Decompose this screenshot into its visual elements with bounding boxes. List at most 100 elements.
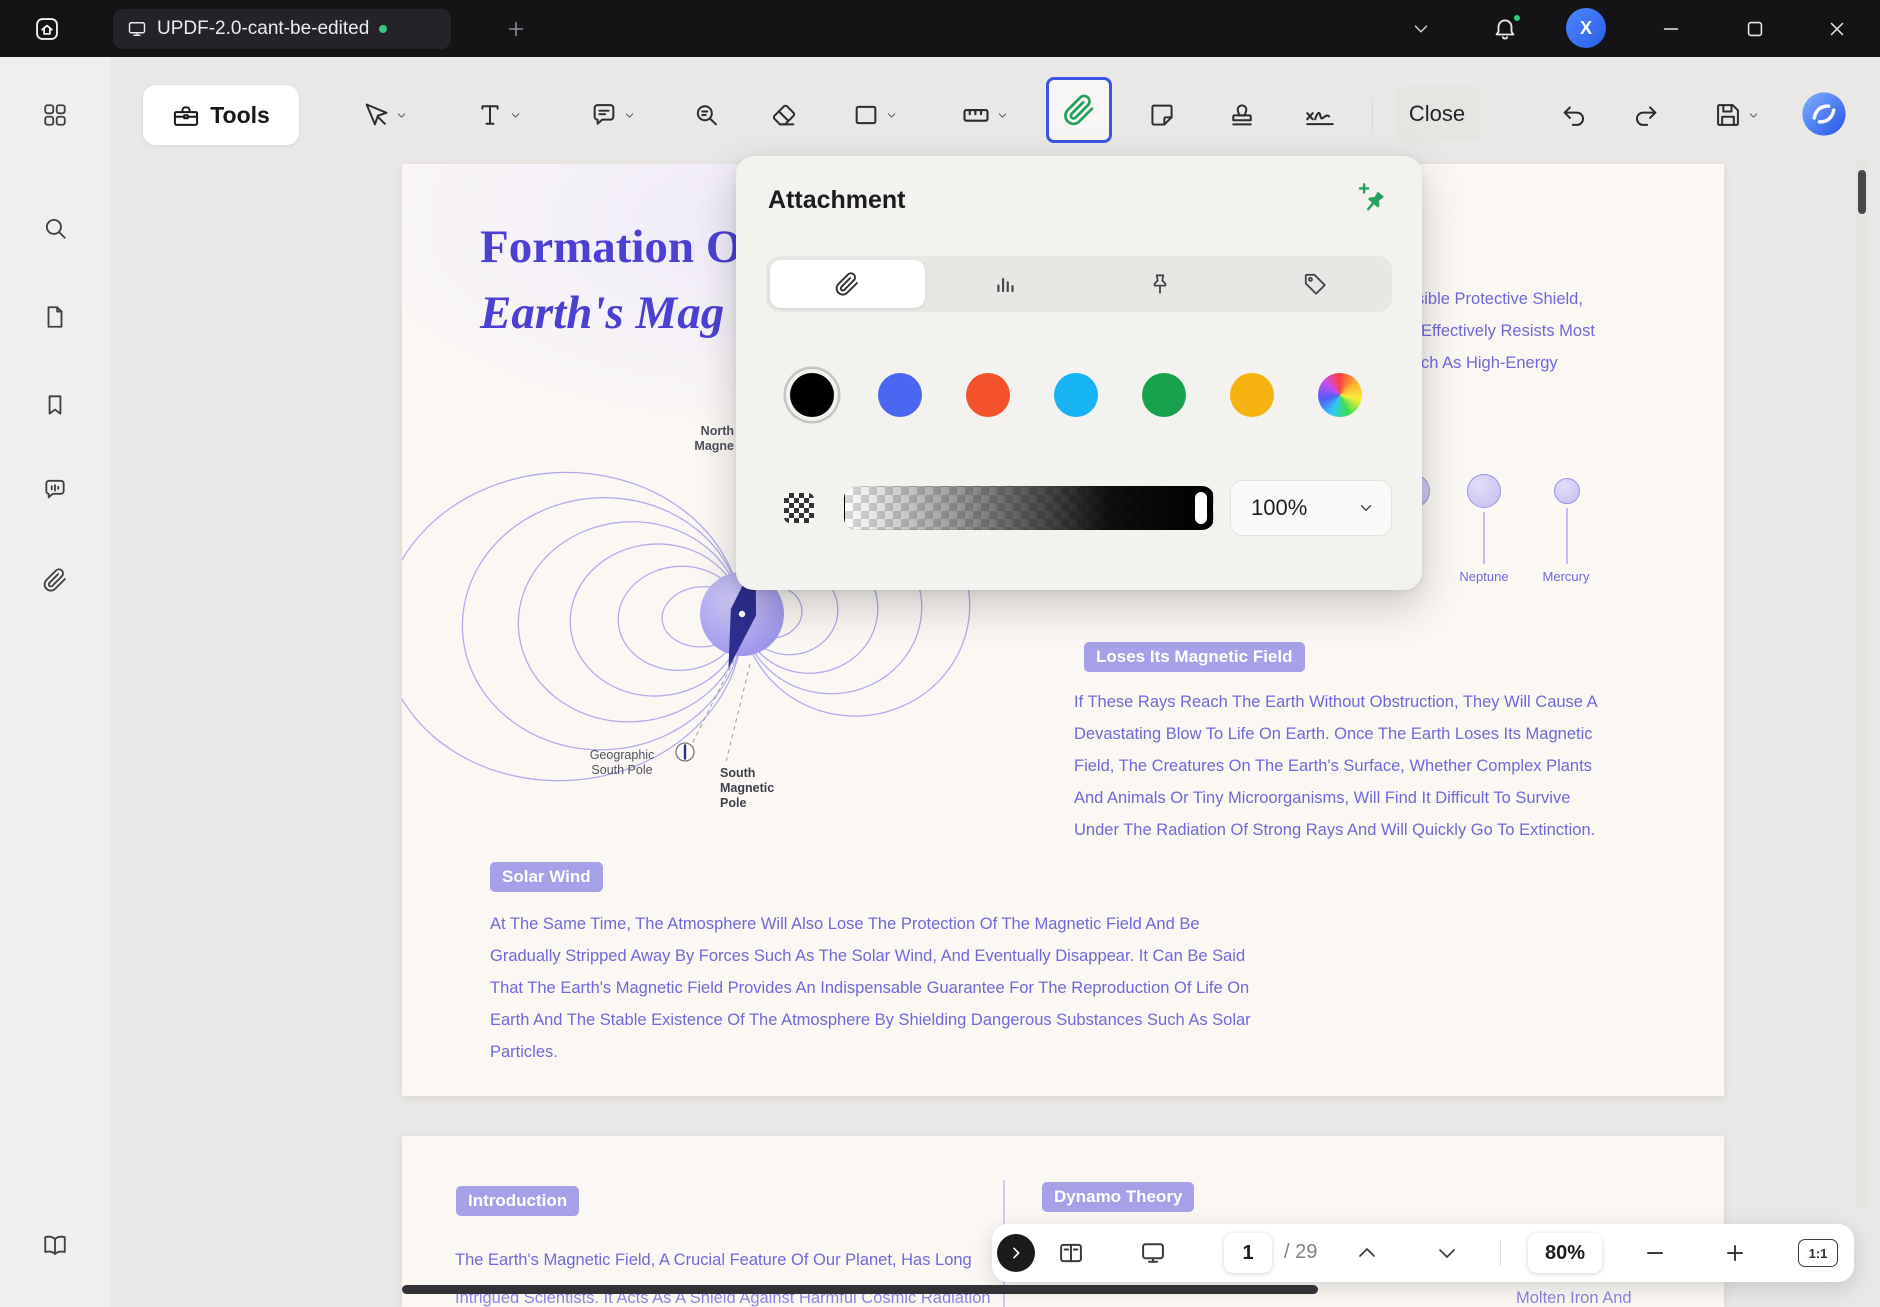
- transparency-chip[interactable]: [784, 493, 814, 523]
- horizontal-scrollbar-thumb[interactable]: [402, 1285, 1318, 1294]
- page-layout-button[interactable]: [1056, 1238, 1086, 1268]
- home-button[interactable]: [24, 6, 70, 52]
- sidebar-item-thumbnails[interactable]: [32, 92, 78, 138]
- search-text-icon: [692, 101, 720, 129]
- tab-tag[interactable]: [1238, 256, 1393, 312]
- pushpin-icon: [1147, 271, 1173, 297]
- notifications-button[interactable]: [1492, 13, 1522, 43]
- eraser-tool[interactable]: [762, 91, 806, 139]
- chevron-down-icon: [1410, 18, 1432, 40]
- signature-tool[interactable]: [1292, 91, 1348, 139]
- zoom-in-button[interactable]: [1720, 1238, 1750, 1268]
- paragraph-solar-wind: At The Same Time, The Atmosphere Will Al…: [490, 915, 1251, 1061]
- tab-attachment[interactable]: [770, 260, 925, 308]
- stamp-tool[interactable]: [1220, 91, 1264, 139]
- sidebar-item-reader[interactable]: [32, 1222, 78, 1268]
- sidebar-item-pages[interactable]: [32, 294, 78, 340]
- chevron-right-icon: [1008, 1245, 1024, 1261]
- zoom-out-button[interactable]: [1640, 1238, 1670, 1268]
- bookmark-icon: [42, 392, 68, 418]
- vertical-scrollbar[interactable]: [1856, 160, 1868, 1210]
- ai-assistant-button[interactable]: [1798, 88, 1850, 140]
- present-icon: [1139, 1239, 1167, 1267]
- page1-title-line2: Earth's Mag: [480, 287, 725, 339]
- tab-chart[interactable]: [929, 256, 1084, 312]
- sticker-tool[interactable]: [1140, 91, 1184, 139]
- color-swatch-4[interactable]: [1142, 373, 1186, 417]
- color-swatch-3[interactable]: [1054, 373, 1098, 417]
- ai-assistant-icon: [1798, 88, 1850, 140]
- reader-icon: [42, 1232, 68, 1258]
- actual-size-button[interactable]: 1:1: [1798, 1239, 1838, 1267]
- chevron-down-icon: [1357, 499, 1375, 517]
- notification-dot: [1512, 13, 1522, 23]
- planet-neptune: [1467, 474, 1501, 508]
- tab-pushpin[interactable]: [1083, 256, 1238, 312]
- color-swatch-1[interactable]: [878, 373, 922, 417]
- search-text-tool[interactable]: [684, 91, 728, 139]
- bottombar-divider: [1500, 1240, 1501, 1266]
- actual-size-label: 1:1: [1808, 1245, 1828, 1261]
- zoom-level[interactable]: 80%: [1528, 1233, 1602, 1273]
- opacity-slider-handle[interactable]: [1195, 492, 1207, 524]
- search-icon: [42, 215, 68, 241]
- sidebar-item-bookmarks[interactable]: [32, 382, 78, 428]
- text-tool[interactable]: [464, 91, 534, 139]
- color-swatch-5[interactable]: [1230, 373, 1274, 417]
- page-number-value: 1: [1242, 1241, 1254, 1264]
- attachment-panel-title: Attachment: [768, 186, 906, 214]
- tab-list-button[interactable]: [1410, 18, 1432, 40]
- document-tab[interactable]: UPDF-2.0-cant-be-edited: [113, 9, 451, 49]
- close-window-button[interactable]: [1822, 14, 1852, 44]
- vertical-scrollbar-thumb[interactable]: [1858, 170, 1866, 214]
- annotate-icon: [590, 101, 618, 129]
- right-column-fragment-3: ch As High-Energy: [1421, 354, 1558, 372]
- add-attachment-button[interactable]: [1348, 176, 1396, 224]
- page-number-input[interactable]: 1: [1224, 1233, 1272, 1273]
- redo-button[interactable]: [1624, 91, 1668, 139]
- previous-page-button[interactable]: [1354, 1240, 1380, 1266]
- planet-label-neptune: Neptune: [1459, 569, 1509, 584]
- badge-introduction: Introduction: [456, 1186, 580, 1216]
- sticker-icon: [1148, 101, 1176, 129]
- color-swatch-0[interactable]: [790, 373, 834, 417]
- minimize-button[interactable]: [1656, 14, 1686, 44]
- attachment-type-tabs: [766, 256, 1392, 312]
- chevron-down-icon: [623, 109, 636, 122]
- pin-add-icon: [1353, 181, 1391, 219]
- signature-icon: [1303, 100, 1337, 130]
- paperclip-icon: [834, 271, 860, 297]
- opacity-slider[interactable]: [844, 486, 1214, 530]
- minimize-icon: [1660, 18, 1682, 40]
- presentation-button[interactable]: [1138, 1238, 1168, 1268]
- tools-button[interactable]: Tools: [142, 84, 300, 146]
- user-avatar[interactable]: X: [1566, 8, 1606, 48]
- maximize-button[interactable]: [1740, 14, 1770, 44]
- select-tool[interactable]: [350, 91, 420, 139]
- attachment-tool-selected[interactable]: [1046, 77, 1112, 143]
- undo-icon: [1560, 101, 1588, 129]
- minus-icon: [1643, 1241, 1667, 1265]
- next-page-button[interactable]: [1434, 1240, 1460, 1266]
- tag-icon: [1302, 271, 1328, 297]
- undo-button[interactable]: [1552, 91, 1596, 139]
- page2-line1: The Earth's Magnetic Field, A Crucial Fe…: [455, 1251, 972, 1269]
- sidebar-item-comments[interactable]: [32, 467, 78, 513]
- add-tab-button[interactable]: [500, 13, 532, 45]
- chevron-down-icon: [1747, 109, 1760, 122]
- sidebar-item-search[interactable]: [32, 205, 78, 251]
- opacity-dropdown[interactable]: 100%: [1230, 480, 1392, 536]
- expand-toolbar-button[interactable]: [997, 1234, 1035, 1272]
- chevron-up-icon: [1355, 1241, 1379, 1265]
- shape-tool[interactable]: [840, 91, 910, 139]
- save-button[interactable]: [1702, 91, 1772, 139]
- sidebar-item-attachments[interactable]: [32, 557, 78, 603]
- color-swatch-2[interactable]: [966, 373, 1010, 417]
- measure-tool[interactable]: [948, 91, 1022, 139]
- planet-label-mercury: Mercury: [1542, 569, 1590, 584]
- annotate-tool[interactable]: [578, 91, 648, 139]
- toolbar-divider: [1372, 98, 1373, 134]
- chevron-down-icon: [1435, 1241, 1459, 1265]
- close-mode-button[interactable]: Close: [1394, 86, 1480, 142]
- color-swatch-6[interactable]: [1318, 373, 1362, 417]
